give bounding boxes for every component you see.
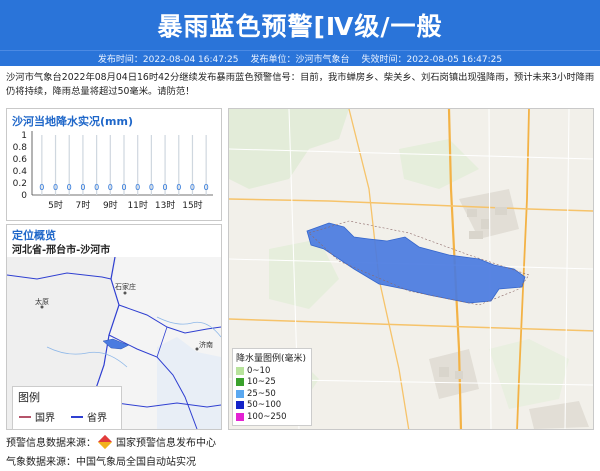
issue-time: 发布时间：2022-08-04 16:47:25 bbox=[97, 55, 239, 65]
bar-value-label: 0 bbox=[149, 183, 154, 192]
rainfall-chart: 10.80.60.40.200 0 0 0 0 0 0 0 0 0 0 0 05时 7时 9时 11时 13时 1… bbox=[13, 131, 213, 211]
x-tick-label: 13时 bbox=[155, 199, 175, 211]
warning-title: 暴雨蓝色预警[Ⅳ级/一般 bbox=[157, 12, 443, 41]
y-tick-label: 0.2 bbox=[13, 179, 27, 189]
map-label-taiyuan: 太原 bbox=[35, 297, 49, 306]
bar-value-label: 0 bbox=[121, 183, 126, 192]
warning-banner: 暴雨蓝色预警[Ⅳ级/一般 bbox=[0, 0, 600, 50]
bar-value-label: 0 bbox=[67, 183, 72, 192]
rainfall-legend-item: 25~50 bbox=[236, 388, 308, 400]
rain-swatch-10-25 bbox=[236, 378, 244, 387]
bar-value-label: 0 bbox=[39, 183, 44, 192]
issuer: 发布单位：沙河市气象台 bbox=[250, 55, 350, 65]
bar-value-label: 0 bbox=[190, 183, 195, 192]
x-tick-label: 9时 bbox=[103, 199, 118, 211]
x-tick-label: 11时 bbox=[127, 199, 147, 211]
legend-provincial-border: 省界 bbox=[71, 409, 107, 424]
x-tick-label: 15时 bbox=[182, 199, 202, 211]
warning-source-label: 预警信息数据来源： bbox=[6, 438, 96, 449]
rain-swatch-50-100 bbox=[236, 401, 244, 410]
bar-value-label: 0 bbox=[94, 183, 99, 192]
bar-value-label: 0 bbox=[135, 183, 140, 192]
bar-value-label: 0 bbox=[108, 183, 113, 192]
rainfall-legend-item: 10~25 bbox=[236, 377, 308, 389]
rainfall-legend-title: 降水量图例(毫米) bbox=[236, 354, 307, 364]
weather-source-label: 气象数据来源：中国气象局全国自动站实况 bbox=[6, 457, 196, 468]
rain-label: 50~100 bbox=[247, 400, 282, 411]
boundary-legend-title: 图例 bbox=[18, 391, 40, 404]
y-tick-label: 0 bbox=[21, 191, 27, 201]
rain-label: 25~50 bbox=[247, 388, 276, 399]
y-tick-label: 0.8 bbox=[13, 143, 28, 153]
rain-swatch-25-50 bbox=[236, 389, 244, 398]
map-label-shijiazhuang: 石家庄 bbox=[115, 282, 136, 291]
y-tick-label: 1 bbox=[21, 131, 27, 141]
x-tick-label: 7时 bbox=[76, 199, 91, 211]
rain-swatch-0-10 bbox=[236, 366, 244, 375]
bar-value-label: 0 bbox=[80, 183, 85, 192]
provincial-border-label: 省界 bbox=[87, 413, 107, 424]
warning-source-line: 预警信息数据来源： 国家预警信息发布中心 bbox=[6, 434, 216, 449]
rainfall-legend-item: 50~100 bbox=[236, 400, 308, 412]
national-border-label: 国界 bbox=[35, 413, 55, 424]
warning-meta-bar: 发布时间：2022-08-04 16:47:25 发布单位：沙河市气象台 失效时… bbox=[0, 50, 600, 66]
rain-swatch-100-250 bbox=[236, 412, 244, 421]
rainfall-chart-panel: 沙河当地降水实况(mm) 1 0.8 0.6 0.4 0.2 0 0 0 0 0 0 0 0 0 0 0 0 0 0… bbox=[6, 108, 222, 221]
warning-source-org[interactable]: 国家预警信息发布中心 bbox=[116, 434, 216, 449]
rain-label: 10~25 bbox=[247, 377, 276, 388]
weather-source-line: 气象数据来源：中国气象局全国自动站实况 bbox=[6, 453, 196, 468]
location-region: 河北省-邢台市-沙河市 bbox=[12, 245, 111, 256]
provincial-border-swatch bbox=[71, 415, 83, 418]
bar-value-label: 0 bbox=[176, 183, 181, 192]
rain-label: 100~250 bbox=[247, 411, 287, 422]
boundary-legend: 图例 国界 省界 bbox=[12, 386, 122, 430]
y-tick-label: 0.6 bbox=[13, 155, 28, 165]
legend-national-border: 国界 bbox=[19, 409, 55, 424]
bar-value-label: 0 bbox=[163, 183, 168, 192]
rainfall-legend: 降水量图例(毫米) 0~10 10~25 25~50 50~100 100~25… bbox=[232, 348, 312, 426]
warning-description: 沙河市气象台2022年08月04日16时42分继续发布暴雨蓝色预警信号：目前，我… bbox=[6, 72, 595, 97]
map-label-jinan: 济南 bbox=[199, 340, 213, 349]
expire-time: 失效时间：2022-08-05 16:47:25 bbox=[361, 55, 503, 65]
x-tick-label: 5时 bbox=[48, 199, 63, 211]
warning-center-logo-icon bbox=[97, 434, 113, 449]
bar-value-label: 0 bbox=[204, 183, 209, 192]
rainfall-legend-item: 0~10 bbox=[236, 365, 308, 377]
national-border-swatch bbox=[19, 415, 31, 418]
rainfall-legend-item: 100~250 bbox=[236, 411, 308, 423]
bar-value-label: 0 bbox=[53, 183, 58, 192]
y-tick-label: 0.4 bbox=[13, 167, 28, 177]
rain-label: 0~10 bbox=[247, 365, 271, 376]
